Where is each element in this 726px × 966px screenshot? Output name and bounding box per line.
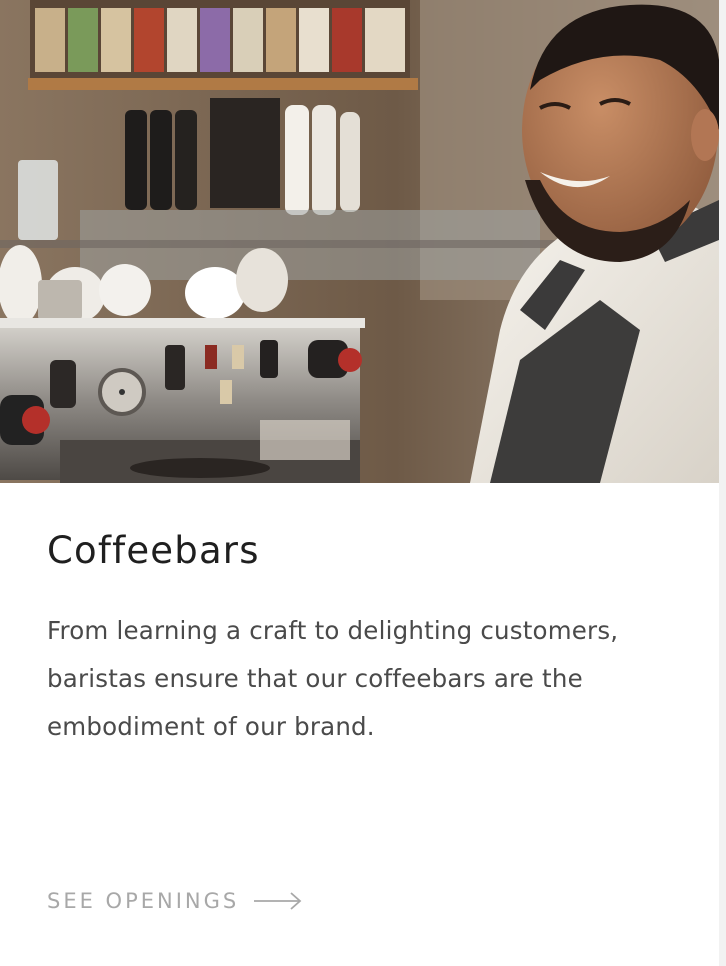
arrow-right-icon — [253, 891, 303, 911]
card-title: Coffeebars — [47, 529, 260, 572]
barista-photo — [0, 0, 719, 483]
card-description: From learning a craft to delighting cust… — [47, 616, 619, 741]
coffeebars-card: Coffeebars From learning a craft to deli… — [0, 0, 719, 966]
see-openings-link[interactable]: SEE OPENINGS — [47, 889, 303, 913]
see-openings-label: SEE OPENINGS — [47, 889, 240, 913]
